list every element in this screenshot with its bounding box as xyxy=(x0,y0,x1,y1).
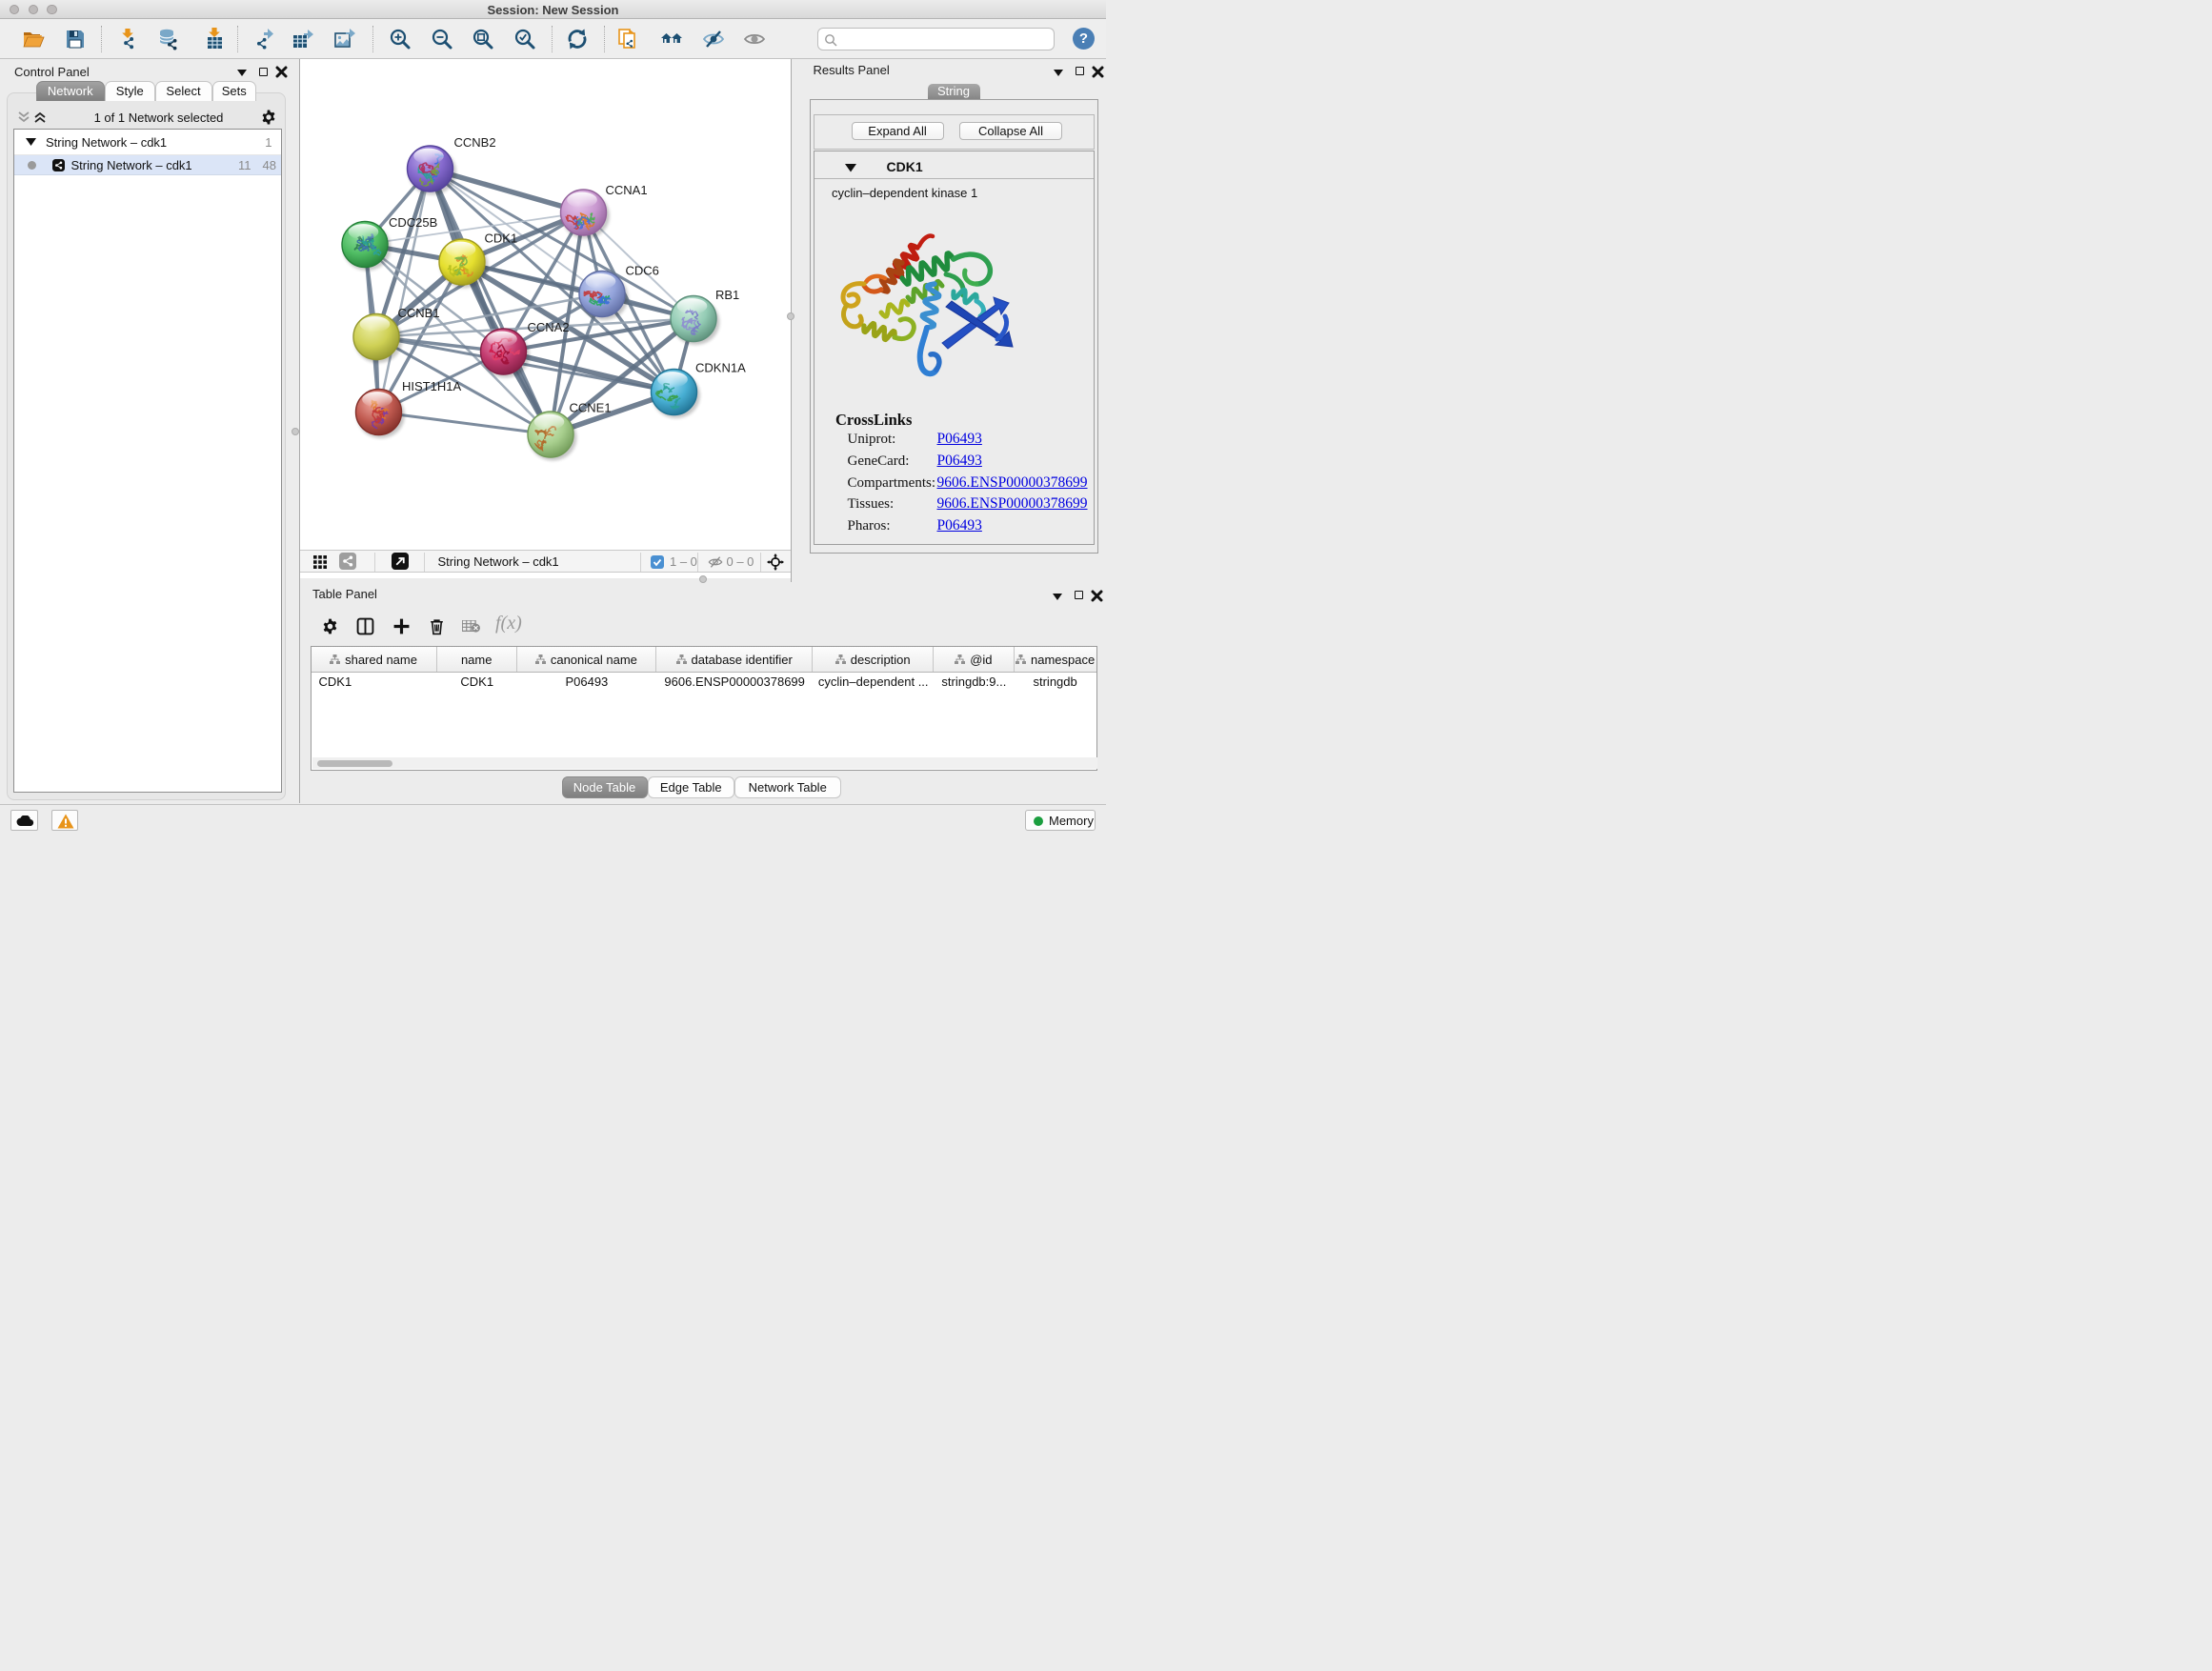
svg-text:CCNA2: CCNA2 xyxy=(528,320,570,334)
svg-text:CDK1: CDK1 xyxy=(485,231,518,245)
svg-text:CDC25B: CDC25B xyxy=(389,214,437,229)
svg-text:CCNE1: CCNE1 xyxy=(570,400,612,414)
svg-text:CDKN1A: CDKN1A xyxy=(695,360,746,374)
svg-text:CCNA1: CCNA1 xyxy=(606,182,648,196)
svg-text:CCNB1: CCNB1 xyxy=(398,305,440,319)
svg-text:RB1: RB1 xyxy=(715,287,739,301)
svg-text:CCNB2: CCNB2 xyxy=(454,134,496,149)
svg-text:HIST1H1A: HIST1H1A xyxy=(402,379,461,393)
svg-text:CDC6: CDC6 xyxy=(626,263,659,277)
